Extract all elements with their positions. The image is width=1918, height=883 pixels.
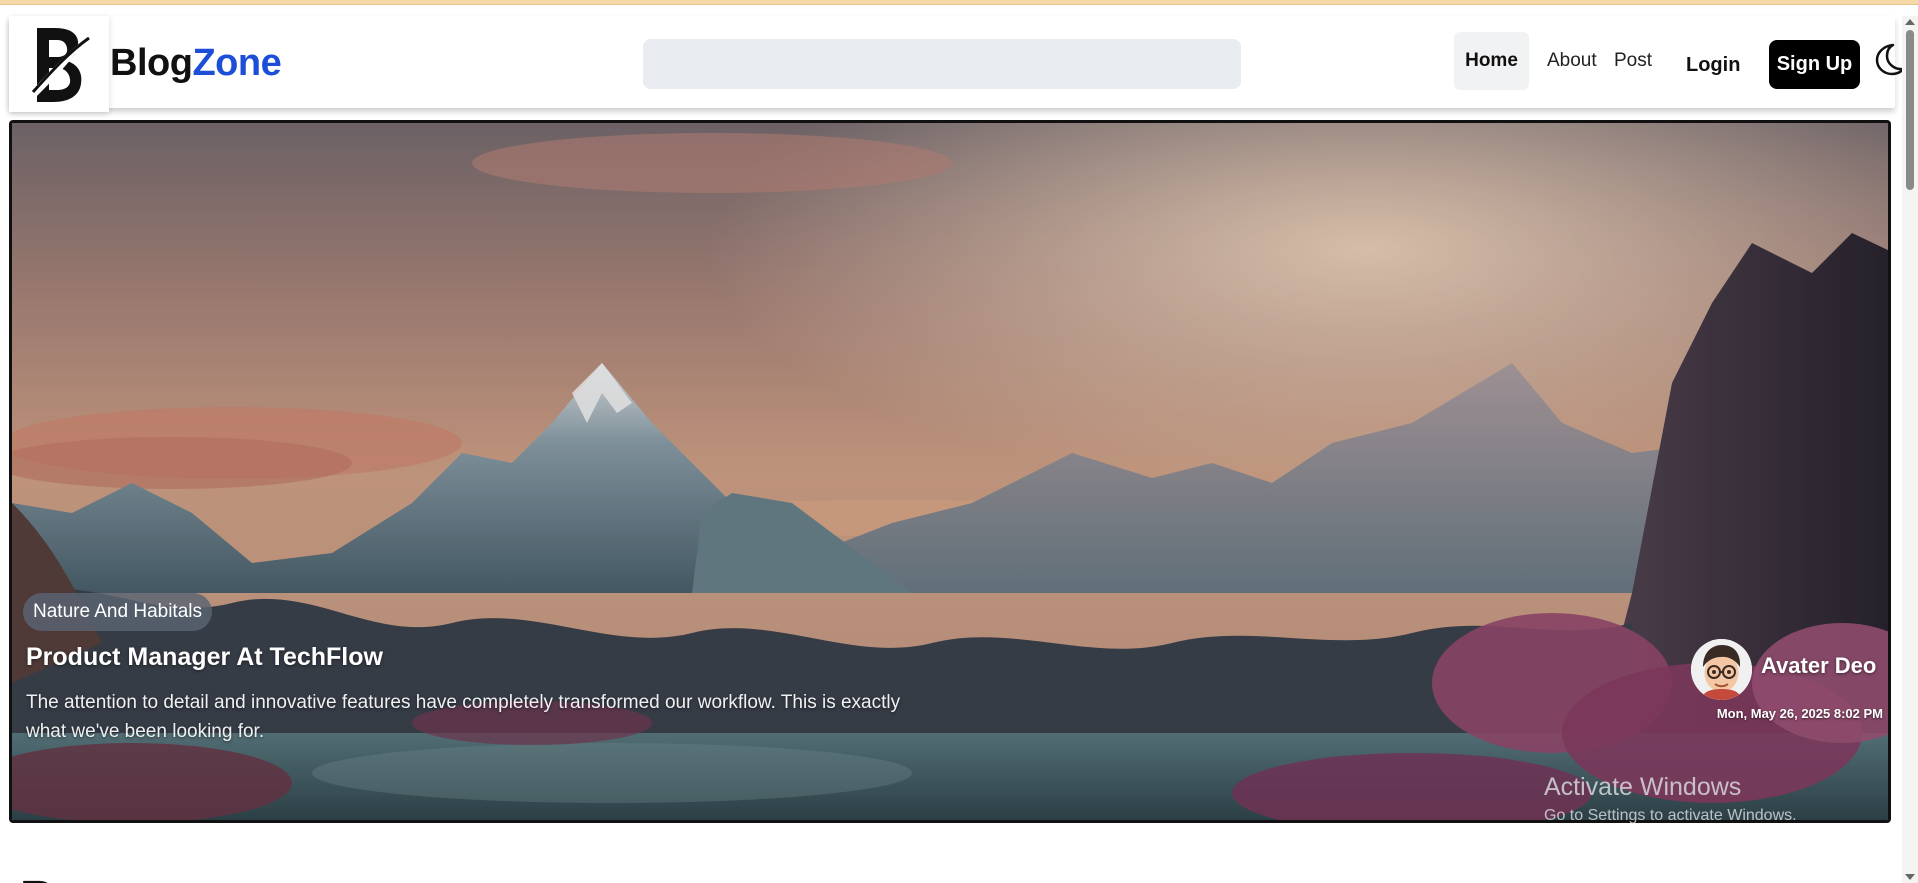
browser-top-strip: [0, 0, 1918, 5]
brand-part-2: Zone: [192, 42, 282, 84]
search-input[interactable]: [643, 39, 1241, 89]
moon-icon[interactable]: [1873, 42, 1905, 81]
windows-activation-watermark: Activate Windows Go to Settings to activ…: [1544, 773, 1797, 825]
author-avatar[interactable]: [1691, 639, 1752, 700]
login-button[interactable]: Login: [1686, 45, 1740, 85]
scroll-up-arrow-icon[interactable]: [1905, 19, 1915, 25]
signup-button[interactable]: Sign Up: [1769, 40, 1860, 89]
logo-b-icon: [29, 28, 91, 102]
nav-about-link[interactable]: About: [1547, 32, 1597, 90]
post-title[interactable]: Product Manager At TechFlow: [26, 643, 383, 672]
next-section-heading: B: [20, 871, 55, 883]
avatar-cartoon-icon: [1691, 639, 1752, 700]
scroll-down-arrow-icon[interactable]: [1905, 874, 1915, 880]
nav-home-link[interactable]: Home: [1454, 32, 1529, 90]
hero-featured-post[interactable]: Nature And Habitals Product Manager At T…: [9, 120, 1891, 823]
author-name[interactable]: Avater Deo: [1761, 653, 1876, 679]
category-badge[interactable]: Nature And Habitals: [23, 593, 212, 631]
brand-part-1: Blog: [110, 42, 193, 84]
logo[interactable]: [9, 16, 109, 112]
watermark-title: Activate Windows: [1544, 773, 1742, 801]
scroll-thumb[interactable]: [1906, 30, 1914, 190]
watermark-subtitle: Go to Settings to activate Windows.: [1544, 807, 1797, 824]
navbar: BlogZone Home About Post Login Sign Up: [9, 16, 1905, 112]
nav-post-link[interactable]: Post: [1614, 32, 1652, 90]
page-scrollbar[interactable]: [1902, 16, 1918, 883]
post-description: The attention to detail and innovative f…: [26, 692, 901, 742]
post-date: Mon, May 26, 2025 8:02 PM: [1716, 706, 1883, 721]
brand-name[interactable]: BlogZone: [110, 42, 282, 85]
